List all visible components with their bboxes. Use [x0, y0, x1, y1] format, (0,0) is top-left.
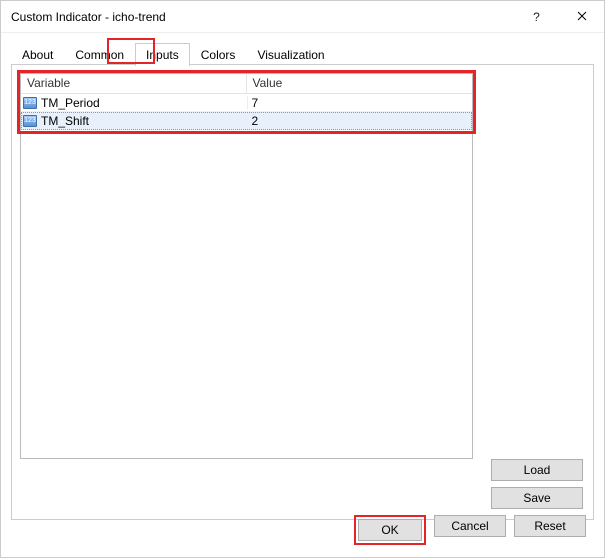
button-label: Reset [534, 519, 565, 533]
table-header: Variable Value [21, 74, 472, 94]
tab-label: Inputs [146, 48, 179, 62]
row-icon-wrap: 123 [21, 97, 39, 109]
tab-label: About [22, 48, 53, 62]
tab-colors[interactable]: Colors [190, 43, 247, 65]
col-header-variable[interactable]: Variable [21, 74, 247, 93]
title-bar: Custom Indicator - icho-trend ? [1, 1, 604, 33]
row-variable: TM_Period [39, 96, 247, 110]
button-label: Save [523, 491, 550, 505]
button-label: OK [381, 523, 398, 537]
highlight-annotation: OK [354, 515, 426, 545]
footer-button-group: OK Cancel Reset [354, 515, 586, 545]
tab-label: Colors [201, 48, 236, 62]
cancel-button[interactable]: Cancel [434, 515, 506, 537]
load-button[interactable]: Load [491, 459, 583, 481]
row-variable: TM_Shift [39, 114, 247, 128]
inputs-table: Variable Value 123 TM_Period 7 123 TM_Sh… [20, 73, 473, 459]
button-label: Load [524, 463, 551, 477]
row-icon-wrap: 123 [21, 115, 39, 127]
tab-about[interactable]: About [11, 43, 64, 65]
side-button-group: Load Save [491, 459, 583, 509]
reset-button[interactable]: Reset [514, 515, 586, 537]
window-title: Custom Indicator - icho-trend [11, 10, 514, 24]
tab-label: Visualization [257, 48, 324, 62]
tab-common[interactable]: Common [64, 43, 135, 65]
number-icon: 123 [23, 115, 37, 127]
number-icon: 123 [23, 97, 37, 109]
row-value: 7 [247, 96, 473, 110]
tab-visualization[interactable]: Visualization [246, 43, 335, 65]
save-button[interactable]: Save [491, 487, 583, 509]
ok-button[interactable]: OK [358, 519, 422, 541]
table-row[interactable]: 123 TM_Shift 2 [21, 112, 472, 130]
tab-strip: About Common Inputs Colors Visualization [11, 41, 594, 65]
col-header-value[interactable]: Value [247, 74, 473, 93]
close-icon [577, 10, 587, 24]
tab-panel: Variable Value 123 TM_Period 7 123 TM_Sh… [11, 64, 594, 520]
help-icon: ? [533, 10, 540, 24]
tab-inputs[interactable]: Inputs [135, 43, 190, 66]
help-button[interactable]: ? [514, 1, 559, 33]
tab-label: Common [75, 48, 124, 62]
button-label: Cancel [451, 519, 488, 533]
table-row[interactable]: 123 TM_Period 7 [21, 94, 472, 112]
row-value: 2 [247, 114, 473, 128]
close-button[interactable] [559, 1, 604, 33]
